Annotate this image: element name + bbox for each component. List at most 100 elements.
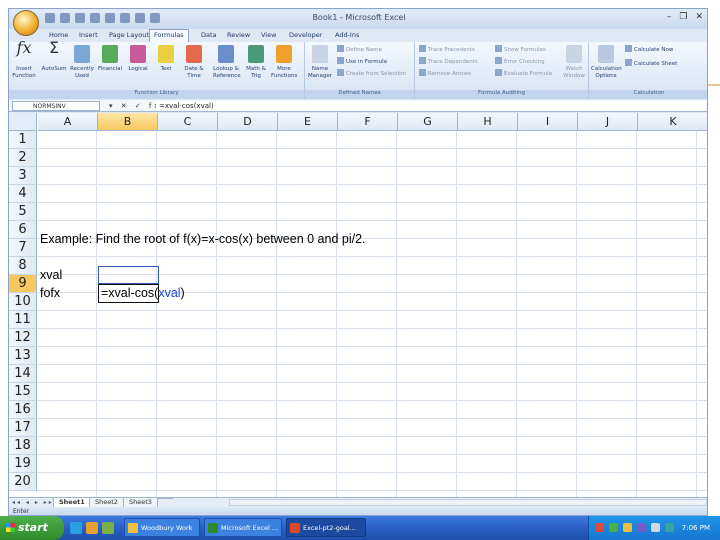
start-button[interactable]: start (0, 516, 64, 540)
tab-page-layout[interactable]: Page Layout (105, 30, 153, 40)
cell-b8-range-highlight[interactable] (98, 266, 159, 284)
column-header-g[interactable]: G (398, 113, 458, 131)
column-header-a[interactable]: A (38, 113, 98, 131)
row-header-1[interactable]: 1 (9, 131, 37, 149)
row-header-19[interactable]: 19 (9, 455, 37, 473)
calculate-sheet-icon (625, 59, 632, 66)
maximize-button[interactable]: ❐ (679, 12, 687, 22)
minimize-button[interactable]: – (667, 12, 672, 22)
row-header-4[interactable]: 4 (9, 185, 37, 203)
column-header-h[interactable]: H (458, 113, 518, 131)
row-header-9[interactable]: 9 (9, 275, 37, 293)
cell-a6[interactable]: Example: Find the root of f(x)=x-cos(x) … (40, 230, 366, 248)
formula-input[interactable]: =xval-cos(xval) (156, 101, 706, 111)
insert-sheet-icon[interactable] (157, 498, 173, 499)
tab-insert[interactable]: Insert (75, 30, 102, 40)
more-functions-button[interactable]: More Functions (271, 45, 297, 79)
network-icon[interactable] (665, 523, 674, 532)
trace-dependents-button[interactable]: Trace Dependents (419, 57, 478, 66)
name-manager-button[interactable]: Name Manager (307, 45, 333, 79)
row-header-17[interactable]: 17 (9, 419, 37, 437)
column-header-j[interactable]: J (578, 113, 638, 131)
folder-icon[interactable] (86, 522, 98, 534)
row-header-18[interactable]: 18 (9, 437, 37, 455)
recently-used-button[interactable]: Recently Used (69, 45, 95, 79)
tray-icon[interactable] (609, 523, 618, 532)
trace-precedents-icon (419, 45, 426, 52)
math-trig-button[interactable]: Math & Trig (243, 45, 269, 79)
row-header-12[interactable]: 12 (9, 329, 37, 347)
create-from-selection-button[interactable]: Create from Selection (337, 69, 406, 78)
office-button[interactable] (13, 10, 39, 36)
formula-bar-buttons[interactable]: ▾ ✕ ✓ fx (109, 100, 162, 112)
text-button[interactable]: Text (153, 45, 179, 73)
cell-b9-formula[interactable]: =xval-cos(xval) (101, 284, 185, 302)
cell-a9[interactable]: fofx (40, 284, 60, 302)
watch-window-button[interactable]: Watch Window (561, 45, 587, 79)
desktop-icon[interactable] (102, 522, 114, 534)
lookup-reference-button[interactable]: Lookup & Reference (213, 45, 241, 79)
column-header-e[interactable]: E (278, 113, 338, 131)
evaluate-formula-button[interactable]: Evaluate Formula (495, 69, 552, 78)
row-header-15[interactable]: 15 (9, 383, 37, 401)
select-all-corner[interactable] (9, 113, 37, 131)
formula-reference: xval (158, 286, 181, 300)
task-excel-pt2[interactable]: Excel-pt2-goal... (286, 518, 366, 537)
row-header-7[interactable]: 7 (9, 239, 37, 257)
column-header-f[interactable]: F (338, 113, 398, 131)
row-header-3[interactable]: 3 (9, 167, 37, 185)
row-header-8[interactable]: 8 (9, 257, 37, 275)
close-button[interactable]: ✕ (695, 12, 703, 22)
ribbon: fx Insert Function Σ AutoSum Recently Used… (9, 40, 707, 99)
row-header-2[interactable]: 2 (9, 149, 37, 167)
tab-developer[interactable]: Developer (285, 30, 326, 40)
column-header-c[interactable]: C (158, 113, 218, 131)
watch-window-icon (566, 45, 582, 63)
task-woodbury-work[interactable]: Woodbury Work (124, 518, 200, 537)
column-header-i[interactable]: I (518, 113, 578, 131)
row-header-6[interactable]: 6 (9, 221, 37, 239)
column-header-k[interactable]: K (638, 113, 707, 131)
row-header-10[interactable]: 10 (9, 293, 37, 311)
tray-icon[interactable] (623, 523, 632, 532)
row-header-14[interactable]: 14 (9, 365, 37, 383)
financial-button[interactable]: Financial (97, 45, 123, 73)
speaker-icon[interactable] (651, 523, 660, 532)
error-checking-button[interactable]: Error Checking (495, 57, 545, 66)
tray-icon[interactable] (637, 523, 646, 532)
ie-icon[interactable] (70, 522, 82, 534)
insert-function-button[interactable]: fx Insert Function (11, 40, 37, 79)
calculation-options-button[interactable]: Calculation Options (591, 45, 622, 79)
logical-button[interactable]: Logical (125, 45, 151, 73)
define-name-button[interactable]: Define Name (337, 45, 382, 54)
row-header-20[interactable]: 20 (9, 473, 37, 491)
row-header-11[interactable]: 11 (9, 311, 37, 329)
sheet-nav-arrows[interactable]: ◂◂ ◂ ▸ ▸▸ (12, 498, 54, 507)
use-in-formula-button[interactable]: Use in Formula (337, 57, 387, 66)
horizontal-scrollbar[interactable] (229, 499, 707, 506)
row-header-13[interactable]: 13 (9, 347, 37, 365)
status-mode: Enter (13, 508, 30, 515)
slide-decoration (708, 84, 720, 86)
remove-arrows-button[interactable]: Remove Arrows (419, 69, 471, 78)
calculate-sheet-button[interactable]: Calculate Sheet (625, 59, 677, 68)
task-microsoft-excel[interactable]: Microsoft Excel ... (204, 518, 282, 537)
cell-a8[interactable]: xval (40, 266, 62, 284)
tab-data[interactable]: Data (197, 30, 221, 40)
calculate-now-button[interactable]: Calculate Now (625, 45, 673, 54)
trace-precedents-button[interactable]: Trace Precedents (419, 45, 475, 54)
autosum-button[interactable]: Σ AutoSum (41, 40, 67, 73)
column-header-d[interactable]: D (218, 113, 278, 131)
tab-view[interactable]: View (257, 30, 280, 40)
column-header-b[interactable]: B (98, 113, 158, 131)
cell-grid[interactable] (37, 131, 707, 497)
tray-icon[interactable] (595, 523, 604, 532)
date-time-button[interactable]: Date & Time (181, 45, 207, 79)
tab-formulas[interactable]: Formulas (149, 29, 189, 42)
row-header-16[interactable]: 16 (9, 401, 37, 419)
tab-add-ins[interactable]: Add-Ins (331, 30, 363, 40)
name-box[interactable]: NORMSINV (12, 101, 100, 111)
row-header-5[interactable]: 5 (9, 203, 37, 221)
tab-review[interactable]: Review (223, 30, 254, 40)
show-formulas-button[interactable]: Show Formulas (495, 45, 546, 54)
